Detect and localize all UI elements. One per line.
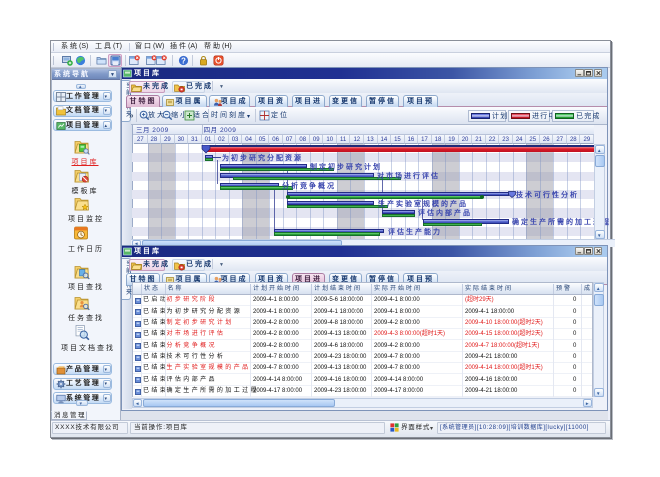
svg-text:?: ? bbox=[181, 56, 186, 65]
